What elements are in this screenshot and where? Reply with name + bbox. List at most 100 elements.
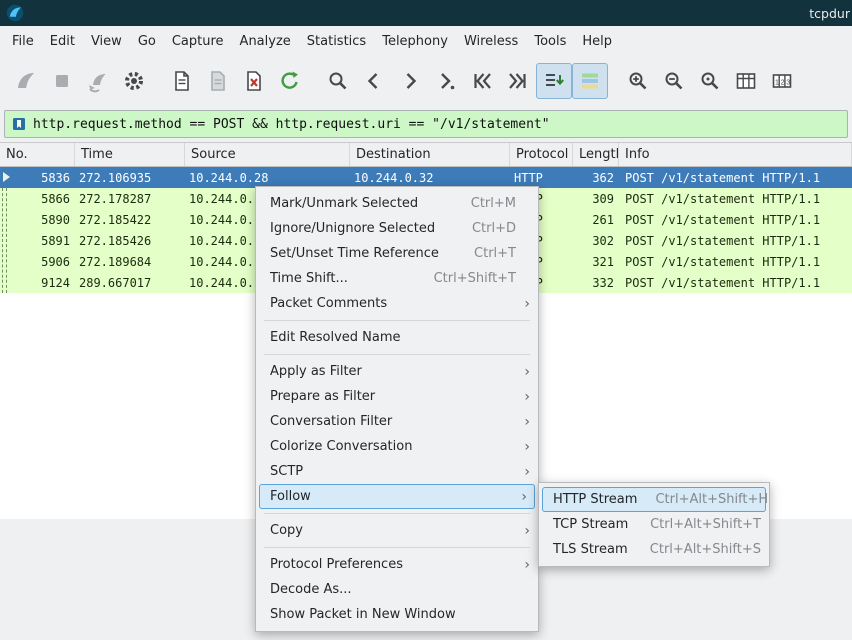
go-back-button[interactable] bbox=[356, 63, 392, 99]
menu-item-mark-unmark[interactable]: Mark/Unmark Selected Ctrl+M bbox=[256, 191, 538, 216]
go-last-packet-button[interactable] bbox=[500, 63, 536, 99]
first-packet-icon bbox=[470, 69, 494, 93]
menu-analyze[interactable]: Analyze bbox=[232, 30, 299, 53]
zoom-out-button[interactable] bbox=[656, 63, 692, 99]
cell-info: POST /v1/statement HTTP/1.1 bbox=[619, 188, 852, 209]
menu-item-packet-comments[interactable]: Packet Comments › bbox=[256, 291, 538, 316]
cell-time: 289.667017 bbox=[75, 272, 185, 293]
submenu-arrow-icon: › bbox=[516, 297, 530, 311]
selected-packet-arrow-icon bbox=[3, 172, 10, 182]
cell-length: 302 bbox=[573, 230, 619, 251]
reload-icon bbox=[278, 69, 302, 93]
column-header-no[interactable]: No. bbox=[0, 143, 75, 166]
search-icon bbox=[326, 69, 350, 93]
submenu-arrow-icon: › bbox=[516, 440, 530, 454]
file-open-button[interactable] bbox=[164, 63, 200, 99]
menu-item-ignore[interactable]: Ignore/Unignore Selected Ctrl+D bbox=[256, 216, 538, 241]
menu-edit[interactable]: Edit bbox=[42, 30, 83, 53]
capture-start-button[interactable] bbox=[8, 63, 44, 99]
zoom-out-icon bbox=[662, 69, 686, 93]
cell-info: POST /v1/statement HTTP/1.1 bbox=[619, 272, 852, 293]
chevron-right-icon bbox=[398, 69, 422, 93]
menu-item-edit-resolved-name[interactable]: Edit Resolved Name bbox=[256, 325, 538, 350]
submenu-arrow-icon: › bbox=[516, 558, 530, 572]
menu-wireless[interactable]: Wireless bbox=[456, 30, 526, 53]
go-first-packet-button[interactable] bbox=[464, 63, 500, 99]
menu-item-conversation-filter[interactable]: Conversation Filter › bbox=[256, 409, 538, 434]
menu-item-sctp[interactable]: SCTP › bbox=[256, 459, 538, 484]
zoom-original-button[interactable] bbox=[692, 63, 728, 99]
menu-separator bbox=[264, 320, 530, 321]
menu-help[interactable]: Help bbox=[574, 30, 620, 53]
capture-options-button[interactable] bbox=[116, 63, 152, 99]
menu-item-http-stream[interactable]: HTTP Stream Ctrl+Alt+Shift+H bbox=[542, 487, 766, 512]
cell-destination: 10.244.0.32 bbox=[350, 167, 510, 188]
column-layout-button[interactable]: 1 2 3 bbox=[764, 63, 800, 99]
menu-item-tls-stream[interactable]: TLS Stream Ctrl+Alt+Shift+S bbox=[539, 537, 769, 562]
display-filter-input[interactable]: http.request.method == POST && http.requ… bbox=[4, 110, 848, 138]
packet-context-menu: Mark/Unmark Selected Ctrl+M Ignore/Unign… bbox=[255, 186, 539, 632]
auto-scroll-icon bbox=[542, 69, 566, 93]
reload-button[interactable] bbox=[272, 63, 308, 99]
cell-time: 272.178287 bbox=[75, 188, 185, 209]
resize-columns-button[interactable] bbox=[728, 63, 764, 99]
menu-tools[interactable]: Tools bbox=[526, 30, 574, 53]
filter-toolbar: http.request.method == POST && http.requ… bbox=[0, 106, 852, 142]
cell-length: 362 bbox=[573, 167, 619, 188]
column-layout-icon: 1 2 3 bbox=[770, 69, 794, 93]
capture-stop-button[interactable] bbox=[44, 63, 80, 99]
submenu-arrow-icon: › bbox=[513, 490, 527, 504]
cell-source: 10.244.0.28 bbox=[185, 167, 350, 188]
menu-item-protocol-preferences[interactable]: Protocol Preferences › bbox=[256, 552, 538, 577]
find-packet-button[interactable] bbox=[320, 63, 356, 99]
menu-item-tcp-stream[interactable]: TCP Stream Ctrl+Alt+Shift+T bbox=[539, 512, 769, 537]
submenu-arrow-icon: › bbox=[516, 415, 530, 429]
column-header-length[interactable]: Lengtl bbox=[573, 143, 619, 166]
menu-statistics[interactable]: Statistics bbox=[299, 30, 374, 53]
column-header-info[interactable]: Info bbox=[619, 143, 852, 166]
goto-packet-icon bbox=[434, 69, 458, 93]
menu-item-decode-as[interactable]: Decode As... bbox=[256, 577, 538, 602]
menu-view[interactable]: View bbox=[83, 30, 130, 53]
submenu-arrow-icon: › bbox=[516, 524, 530, 538]
cell-length: 261 bbox=[573, 209, 619, 230]
capture-restart-button[interactable] bbox=[80, 63, 116, 99]
file-close-button[interactable] bbox=[236, 63, 272, 99]
chevron-left-icon bbox=[362, 69, 386, 93]
menu-separator bbox=[264, 513, 530, 514]
menu-go[interactable]: Go bbox=[130, 30, 164, 53]
menu-item-colorize-conversation[interactable]: Colorize Conversation › bbox=[256, 434, 538, 459]
open-file-icon bbox=[170, 69, 194, 93]
file-save-button[interactable] bbox=[200, 63, 236, 99]
packet-row[interactable]: 5836 272.106935 10.244.0.28 10.244.0.32 … bbox=[0, 167, 852, 188]
column-header-protocol[interactable]: Protocol bbox=[510, 143, 573, 166]
menu-item-prepare-as-filter[interactable]: Prepare as Filter › bbox=[256, 384, 538, 409]
menu-item-copy[interactable]: Copy › bbox=[256, 518, 538, 543]
auto-scroll-button[interactable] bbox=[536, 63, 572, 99]
column-header-source[interactable]: Source bbox=[185, 143, 350, 166]
cell-info: POST /v1/statement HTTP/1.1 bbox=[619, 167, 852, 188]
cell-time: 272.106935 bbox=[75, 167, 185, 188]
menu-telephony[interactable]: Telephony bbox=[374, 30, 456, 53]
column-header-destination[interactable]: Destination bbox=[350, 143, 510, 166]
menu-item-time-shift[interactable]: Time Shift... Ctrl+Shift+T bbox=[256, 266, 538, 291]
colorize-icon bbox=[578, 69, 602, 93]
cell-time: 272.185426 bbox=[75, 230, 185, 251]
go-forward-button[interactable] bbox=[392, 63, 428, 99]
colorize-packets-button[interactable] bbox=[572, 63, 608, 99]
save-file-icon bbox=[206, 69, 230, 93]
menu-item-time-reference[interactable]: Set/Unset Time Reference Ctrl+T bbox=[256, 241, 538, 266]
submenu-arrow-icon: › bbox=[516, 465, 530, 479]
menu-item-apply-as-filter[interactable]: Apply as Filter › bbox=[256, 359, 538, 384]
cell-no: 5906 bbox=[0, 251, 75, 272]
menu-capture[interactable]: Capture bbox=[164, 30, 232, 53]
menu-separator bbox=[264, 354, 530, 355]
menu-item-show-packet-new-window[interactable]: Show Packet in New Window bbox=[256, 602, 538, 627]
menu-file[interactable]: File bbox=[4, 30, 42, 53]
zoom-in-button[interactable] bbox=[620, 63, 656, 99]
stop-square-icon bbox=[50, 69, 74, 93]
cell-info: POST /v1/statement HTTP/1.1 bbox=[619, 209, 852, 230]
go-to-packet-button[interactable] bbox=[428, 63, 464, 99]
column-header-time[interactable]: Time bbox=[75, 143, 185, 166]
menu-item-follow[interactable]: Follow › bbox=[259, 484, 535, 509]
